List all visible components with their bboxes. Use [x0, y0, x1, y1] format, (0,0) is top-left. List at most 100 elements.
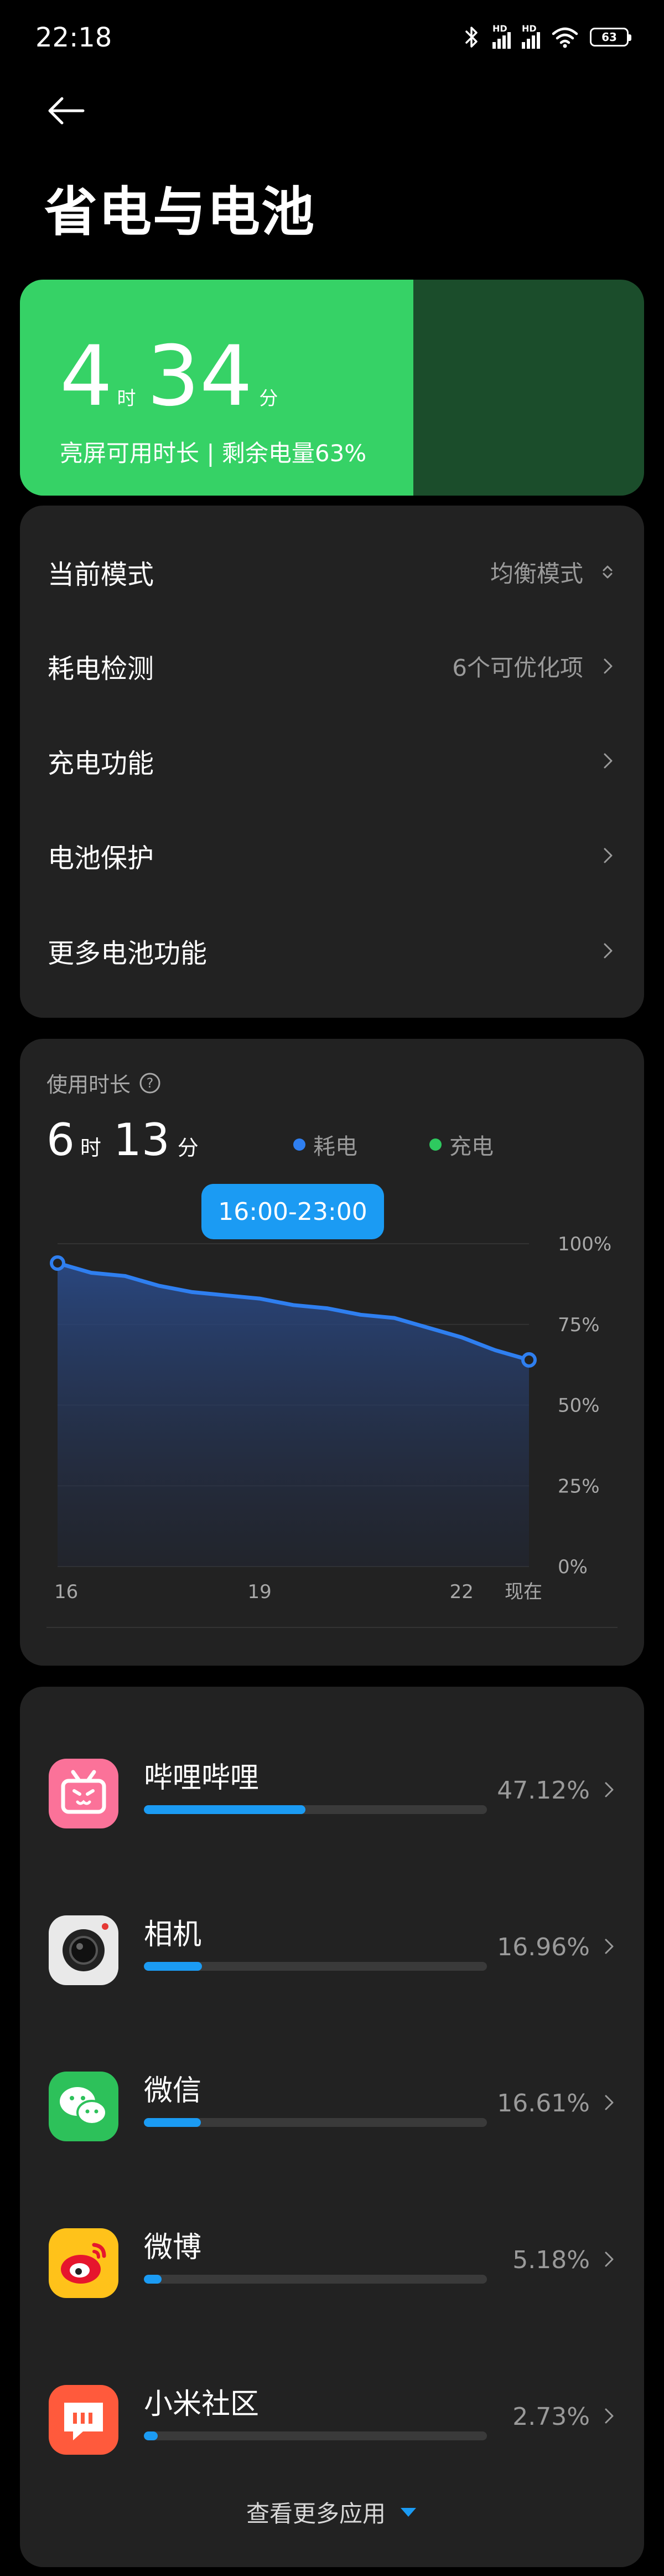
- page-title: 省电与电池: [44, 181, 315, 243]
- chevron-right-icon: [605, 1939, 614, 1954]
- svg-text:?: ?: [147, 1075, 154, 1091]
- chevron-right-icon: [604, 943, 613, 959]
- updown-chevron-icon: [603, 565, 613, 579]
- mi-community-icon: [49, 2385, 118, 2455]
- menu-more-battery[interactable]: 更多电池功能: [20, 904, 644, 998]
- usage-hours: 6: [46, 1114, 75, 1166]
- app-usage-percent: 16.61%: [497, 2089, 590, 2118]
- chevron-right-icon: [604, 658, 613, 674]
- app-usage-track: [144, 2118, 487, 2127]
- wifi-icon: [552, 27, 578, 48]
- optimize-count: 6个可优化项: [452, 654, 583, 682]
- signal-icon: HD: [492, 23, 511, 49]
- app-usage-bar: [144, 1805, 306, 1814]
- menu-current-mode[interactable]: 当前模式 均衡模式: [20, 525, 644, 619]
- app-usage-row[interactable]: 微博 5.18%: [20, 2212, 644, 2322]
- menu-label: 更多电池功能: [48, 938, 208, 969]
- menu-battery-protection[interactable]: 电池保护: [20, 808, 644, 903]
- weibo-icon: [49, 2228, 118, 2298]
- x-tick-label: 22: [450, 1581, 474, 1603]
- app-usage-bar: [144, 1962, 203, 1971]
- menu-power-detection[interactable]: 耗电检测 6个可优化项: [20, 619, 644, 713]
- screen-time-remaining: 4 时 34 分: [60, 335, 278, 418]
- app-usage-percent: 16.96%: [497, 1933, 590, 1961]
- battery-caption: 亮屏可用时长 | 剩余电量63%: [60, 440, 367, 467]
- menu-label: 充电功能: [48, 748, 154, 779]
- usage-title: 使用时长: [46, 1073, 131, 1097]
- usage-area: [58, 1263, 529, 1567]
- chevron-right-icon: [605, 2252, 614, 2267]
- app-usage-track: [144, 2431, 487, 2440]
- app-usage-bar: [144, 2431, 158, 2440]
- hours-value: 4: [60, 328, 113, 425]
- usage-hours-unit: 时: [80, 1136, 101, 1160]
- usage-duration: 6 时 13 分: [46, 1114, 199, 1166]
- hours-unit: 时: [117, 388, 136, 410]
- usage-chart: 100% 75% 50% 25% 0% 16 19 22 现在: [50, 1233, 611, 1603]
- app-name: 微信: [144, 2074, 202, 2108]
- start-point-marker: [50, 1255, 65, 1271]
- battery-summary-card: 4 时 34 分 亮屏可用时长 | 剩余电量63%: [20, 280, 644, 496]
- chevron-right-icon: [604, 753, 613, 769]
- battery-level-text: 63: [601, 30, 617, 44]
- chevron-right-icon: [605, 1782, 614, 1797]
- app-usage-percent: 2.73%: [512, 2403, 590, 2431]
- usage-divider: [46, 1627, 618, 1628]
- help-icon[interactable]: ?: [138, 1071, 162, 1095]
- x-tick-label: 19: [248, 1581, 272, 1603]
- status-time: 22:18: [35, 22, 112, 53]
- y-tick-label: 0%: [558, 1556, 588, 1578]
- app-usage-percent: 47.12%: [497, 1776, 590, 1805]
- bluetooth-icon: [465, 27, 478, 48]
- view-more-apps-label: 查看更多应用: [246, 2500, 386, 2527]
- x-tick-label: 16: [54, 1581, 78, 1603]
- app-name: 哔哩哔哩: [144, 1761, 260, 1795]
- app-usage-row[interactable]: 相机 16.96%: [20, 1899, 644, 2010]
- menu-charging[interactable]: 充电功能: [20, 714, 644, 808]
- legend-consume: 耗电: [293, 1129, 357, 1161]
- app-usage-track: [144, 2275, 487, 2284]
- app-usage-track: [144, 1962, 487, 1971]
- app-name: 小米社区: [144, 2388, 260, 2421]
- app-usage-row[interactable]: 小米社区 2.73%: [20, 2368, 644, 2479]
- charge-dot: [429, 1138, 442, 1151]
- hd-label: HD: [522, 23, 537, 34]
- app-usage-bar: [144, 2118, 201, 2127]
- y-tick-label: 25%: [558, 1475, 600, 1497]
- camera-icon: [49, 1915, 118, 1985]
- y-tick-label: 75%: [558, 1314, 600, 1336]
- app-usage-percent: 5.18%: [512, 2246, 590, 2274]
- legend-consume-label: 耗电: [313, 1134, 357, 1160]
- signal-icon: HD: [522, 23, 540, 49]
- app-usage-row[interactable]: 微信 16.61%: [20, 2055, 644, 2166]
- app-usage-track: [144, 1805, 487, 1814]
- wechat-icon: [49, 2072, 118, 2141]
- chevron-right-icon: [604, 848, 613, 863]
- y-tick-label: 50%: [558, 1395, 600, 1417]
- app-usage-bar: [144, 2275, 162, 2284]
- view-more-apps-button[interactable]: 查看更多应用: [0, 2495, 664, 2529]
- caret-down-icon: [401, 2507, 416, 2517]
- chevron-right-icon: [605, 2408, 614, 2424]
- hd-label: HD: [492, 23, 507, 34]
- usage-header: 使用时长 ?: [46, 1068, 162, 1098]
- bilibili-icon: [49, 1759, 118, 1828]
- status-icons: HD HD 63: [463, 23, 631, 50]
- mode-value: 均衡模式: [490, 560, 583, 588]
- app-name: 相机: [144, 1918, 202, 1951]
- back-button[interactable]: [46, 93, 86, 133]
- app-name: 微博: [144, 2231, 202, 2264]
- minutes-unit: 分: [259, 388, 278, 410]
- usage-minutes: 13: [113, 1114, 170, 1166]
- minutes-value: 34: [147, 328, 253, 425]
- menu-label: 当前模式: [48, 559, 154, 590]
- consume-dot: [293, 1138, 305, 1151]
- back-arrow-icon: [48, 97, 85, 125]
- x-tick-label: 现在: [505, 1581, 542, 1603]
- end-point-marker: [521, 1352, 537, 1368]
- battery-icon: 63: [590, 28, 631, 47]
- app-usage-row[interactable]: 哔哩哔哩 47.12%: [20, 1742, 644, 1853]
- menu-label: 耗电检测: [48, 653, 154, 684]
- usage-minutes-unit: 分: [177, 1136, 199, 1160]
- legend-charge: 充电: [429, 1129, 494, 1161]
